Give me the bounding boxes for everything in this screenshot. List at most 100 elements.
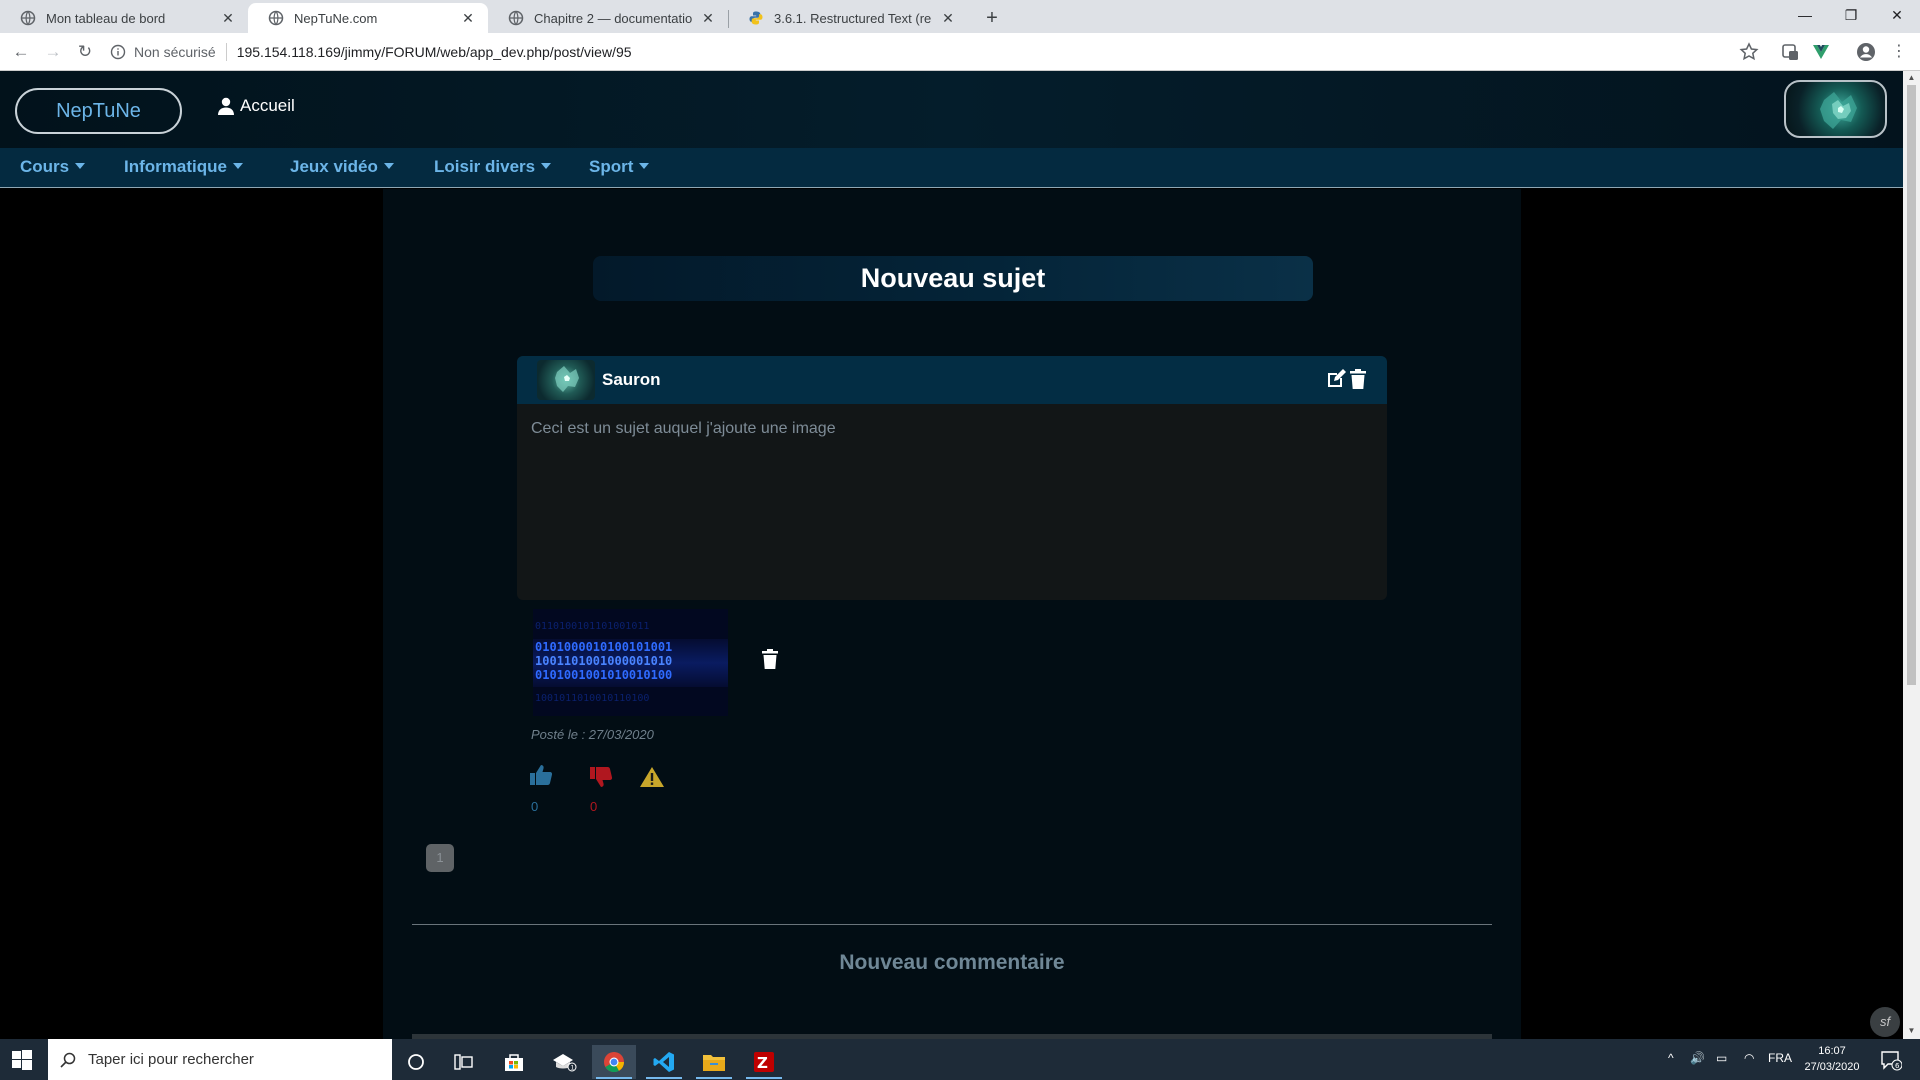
menu-label: Sport — [589, 157, 634, 176]
scroll-down-icon[interactable]: ▼ — [1906, 1026, 1917, 1035]
post-card: Sauron Ceci est un sujet auquel j'ajoute… — [517, 356, 1387, 600]
url-text: 195.154.118.169/jimmy/FORUM/web/app_dev.… — [236, 44, 632, 60]
trash-icon[interactable] — [1349, 368, 1367, 390]
menu-label: Informatique — [124, 157, 227, 176]
tab-title: NepTuNe.com — [294, 10, 378, 26]
user-icon — [218, 97, 234, 115]
battery-icon[interactable]: ▭ — [1716, 1051, 1727, 1065]
scroll-thumb[interactable] — [1907, 85, 1916, 685]
chrome-taskbar-icon[interactable] — [592, 1045, 636, 1079]
mail-app-icon[interactable]: 1 — [542, 1045, 586, 1079]
back-icon[interactable]: ← — [10, 41, 32, 63]
cortana-icon[interactable] — [394, 1045, 438, 1079]
brand-logo-button[interactable]: NepTuNe — [15, 88, 182, 134]
svg-text:1: 1 — [571, 1065, 575, 1072]
minimize-icon[interactable]: — — [1782, 0, 1828, 30]
menu-jeux-video[interactable]: Jeux vidéo — [290, 157, 394, 177]
warning-icon[interactable] — [639, 766, 665, 788]
tab-title: 3.6.1. Restructured Text (reST) an — [774, 10, 932, 26]
search-placeholder: Taper ici pour rechercher — [88, 1051, 254, 1068]
file-explorer-icon[interactable] — [692, 1045, 736, 1079]
like-count: 0 — [531, 799, 539, 814]
taskbar-clock[interactable]: 16:07 27/03/2020 — [1798, 1043, 1866, 1075]
info-icon[interactable] — [110, 44, 126, 60]
vue-devtools-icon[interactable] — [1810, 41, 1832, 63]
binary-row-2: 1001101001000001010 — [535, 654, 672, 668]
post-header: Sauron — [517, 356, 1387, 404]
windows-start-icon[interactable] — [12, 1050, 32, 1070]
menu-cours[interactable]: Cours — [20, 157, 86, 177]
post-attachment-image[interactable]: 0110100101101001011 0101000010100101001 … — [533, 609, 728, 716]
symfony-toolbar-icon[interactable]: sf — [1870, 1007, 1900, 1037]
clock-time: 16:07 — [1818, 1045, 1846, 1057]
forward-icon[interactable]: → — [42, 41, 64, 63]
tab-title: Mon tableau de bord — [46, 10, 166, 26]
wifi-icon[interactable]: ◠ — [1744, 1051, 1754, 1065]
menu-loisir-divers[interactable]: Loisir divers — [434, 157, 552, 177]
edit-icon[interactable] — [1325, 368, 1347, 390]
pagination-page[interactable]: 1 — [426, 844, 454, 872]
dislike-count: 0 — [590, 799, 598, 814]
globe-icon — [268, 10, 284, 26]
input-language[interactable]: FRA — [1768, 1051, 1792, 1065]
menu-sport[interactable]: Sport — [589, 157, 650, 177]
notification-count: 6 — [1895, 1062, 1900, 1070]
page-title: Nouveau sujet — [593, 256, 1313, 301]
crystal-avatar-image — [555, 366, 579, 392]
post-body: Ceci est un sujet auquel j'ajoute une im… — [531, 420, 836, 437]
tab-documentation[interactable]: Chapitre 2 — documentation Ne ✕ — [488, 3, 728, 33]
scroll-up-icon[interactable]: ▲ — [1906, 73, 1917, 82]
page-scrollbar[interactable]: ▲ ▼ — [1903, 71, 1920, 1039]
tray-chevron-icon[interactable]: ^ — [1668, 1051, 1674, 1065]
binary-row-1: 0101000010100101001 — [535, 640, 672, 654]
section-divider — [412, 924, 1492, 925]
svg-text:0110100101101001011: 0110100101101001011 — [535, 621, 649, 632]
store-icon[interactable] — [492, 1045, 536, 1079]
vscode-icon[interactable] — [642, 1045, 686, 1079]
close-icon[interactable]: ✕ — [460, 10, 476, 27]
filezilla-icon[interactable]: Z — [742, 1045, 786, 1079]
close-icon[interactable]: ✕ — [940, 10, 956, 27]
tab-dashboard[interactable]: Mon tableau de bord ✕ — [0, 3, 248, 33]
author-avatar — [537, 360, 595, 400]
home-link[interactable]: Accueil — [218, 96, 295, 116]
python-icon — [749, 11, 763, 25]
volume-icon[interactable]: 🔊 — [1690, 1051, 1705, 1065]
thumbs-up-icon[interactable] — [529, 764, 553, 786]
tab-title: Chapitre 2 — documentation Ne — [534, 10, 692, 26]
task-view-icon[interactable] — [442, 1045, 486, 1079]
windows-taskbar: Taper ici pour rechercher 1 Z ^ 🔊 ▭ ◠ FR… — [0, 1039, 1920, 1080]
thumbs-down-icon[interactable] — [589, 766, 613, 788]
address-bar-row: ← → ↻ Non sécurisé 195.154.118.169/jimmy… — [0, 33, 1920, 71]
restore-icon[interactable]: ❐ — [1828, 0, 1874, 30]
post-date: Posté le : 27/03/2020 — [531, 727, 654, 742]
star-icon[interactable] — [1738, 41, 1760, 63]
menu-informatique[interactable]: Informatique — [124, 157, 243, 177]
notification-center-icon[interactable]: 6 — [1880, 1049, 1903, 1071]
svg-text:1001011010010110100: 1001011010010110100 — [535, 693, 649, 704]
tab-restructured-text[interactable]: 3.6.1. Restructured Text (reST) an ✕ — [728, 3, 968, 33]
tab-neptune[interactable]: NepTuNe.com ✕ — [248, 3, 488, 33]
security-label: Non sécurisé — [134, 44, 216, 60]
delete-image-icon[interactable] — [761, 648, 779, 670]
globe-icon — [20, 10, 36, 26]
menu-label: Jeux vidéo — [290, 157, 378, 176]
clock-date: 27/03/2020 — [1804, 1061, 1860, 1073]
menu-label: Cours — [20, 157, 70, 176]
page-content: Nouveau sujet Sauron Ceci est un sujet a… — [0, 189, 1903, 1039]
window-close-icon[interactable]: ✕ — [1874, 0, 1920, 30]
kebab-menu-icon[interactable]: ⋮ — [1888, 41, 1910, 63]
taskbar-search-input[interactable]: Taper ici pour rechercher — [48, 1039, 392, 1080]
browser-tab-bar: Mon tableau de bord ✕ NepTuNe.com ✕ Chap… — [0, 0, 1920, 33]
new-comment-heading: Nouveau commentaire — [839, 951, 1065, 974]
user-avatar[interactable] — [1784, 80, 1887, 138]
new-tab-button[interactable]: + — [978, 4, 1006, 32]
close-icon[interactable]: ✕ — [700, 10, 716, 27]
profile-icon[interactable] — [1855, 41, 1877, 63]
svg-text:Z: Z — [757, 1054, 768, 1072]
reload-icon[interactable]: ↻ — [74, 41, 96, 63]
close-icon[interactable]: ✕ — [220, 10, 236, 27]
address-input[interactable]: Non sécurisé 195.154.118.169/jimmy/FORUM… — [110, 38, 1760, 66]
extension-icon[interactable] — [1779, 41, 1801, 63]
topic-column: Nouveau sujet Sauron Ceci est un sujet a… — [383, 189, 1521, 1039]
